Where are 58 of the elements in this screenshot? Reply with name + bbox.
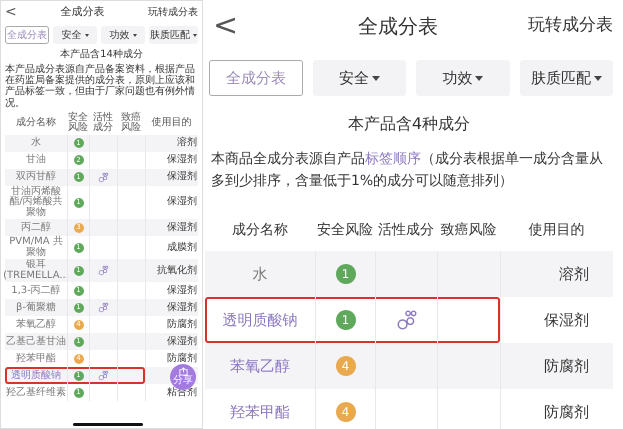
ingredient-name: 银耳 (TREMELLA...: [5, 259, 67, 282]
description-text: 本产品成分表源自产品备案资料，根据产品在药监局备案提供的成分表，原则上应该和产品标签一致，但由于厂家问题也有例外情况。: [5, 64, 196, 109]
safety-badge: 4: [336, 402, 356, 422]
back-button[interactable]: <: [5, 5, 17, 19]
filter-tab[interactable]: 肤质匹配: [520, 60, 613, 96]
ingredient-use: 保湿剂: [145, 219, 198, 236]
column-header: 成分名称: [15, 116, 57, 130]
back-button[interactable]: <: [205, 11, 238, 41]
ingredient-name: 乙基己基甘油: [5, 334, 67, 348]
page-title: 全成分表: [358, 13, 438, 40]
ingredient-name: 羟乙基纤维素: [5, 386, 67, 400]
column-header: 安全风险: [316, 221, 374, 240]
ingredient-name: 苯氧乙醇: [15, 318, 57, 332]
ingredient-count: 本产品含14种成分: [59, 48, 144, 62]
ingredient-use: 防腐剂: [500, 342, 613, 389]
filter-tab[interactable]: 功效: [101, 26, 145, 44]
safety-badge: 4: [336, 356, 356, 376]
column-header: 致癌风险: [440, 221, 498, 240]
ingredient-name: β-葡聚糖: [15, 300, 57, 314]
ingredient-name: 水: [252, 264, 268, 285]
column-header: 致癌风险: [120, 112, 142, 135]
ingredient-use: 溶剂: [500, 250, 613, 297]
column-header: 使用目的: [528, 221, 586, 240]
ingredient-use: 抗氧化剂: [145, 259, 198, 282]
ingredient-use: 保湿剂: [145, 168, 198, 186]
ingredient-count: 本产品含4种成分: [346, 113, 472, 135]
ingredient-name: 甘油丙烯酸酯/丙烯酸共聚物: [8, 186, 64, 220]
guide-link[interactable]: 玩转成分表: [148, 4, 198, 20]
ingredient-use: 保湿剂: [145, 299, 198, 316]
share-icon: [178, 367, 188, 376]
filter-tab[interactable]: 肤质匹配: [149, 26, 198, 44]
ingredient-name: 双丙甘醇: [15, 170, 57, 184]
label-order-link[interactable]: 标签顺序: [365, 151, 421, 167]
column-header: 使用目的: [150, 116, 192, 130]
column-header: 成分名称: [231, 221, 289, 240]
ingredient-name[interactable]: 羟苯甲酯: [205, 388, 315, 429]
ingredient-use: 溶剂: [145, 134, 198, 152]
filter-tab[interactable]: 功效: [416, 60, 510, 96]
ingredient-name: 1,3-丙二醇: [10, 284, 62, 298]
ingredient-name: 丙二醇: [20, 220, 52, 234]
column-header: 安全风险: [67, 112, 89, 135]
ingredient-name[interactable]: 透明质酸钠: [5, 367, 67, 384]
ingredient-use: 保湿剂: [145, 333, 198, 350]
filter-tab[interactable]: 安全: [53, 26, 97, 44]
ingredient-name: 羟苯甲酯: [15, 352, 57, 366]
safety-badge: 1: [336, 264, 356, 284]
column-header: 活性成分: [92, 112, 114, 135]
page-title: 全成分表: [60, 4, 104, 20]
ingredient-name: PVM/MA 共聚物: [8, 236, 64, 259]
ingredient-name[interactable]: 透明质酸钠: [205, 296, 315, 343]
filter-tab[interactable]: 安全: [312, 60, 406, 96]
guide-link[interactable]: 玩转成分表: [528, 13, 613, 39]
description-text: 本商品全成分表源自产品标签顺序（成分表根据单一成分含量从多到少排序，含量低于1%的成分可以随意排列）: [210, 150, 604, 192]
column-header: 活性成分: [377, 221, 435, 240]
ingredient-name: 水: [30, 136, 42, 150]
ingredient-use: 防腐剂: [500, 388, 613, 429]
safety-badge: 1: [336, 310, 356, 330]
ingredient-name: 甘油: [25, 152, 47, 167]
